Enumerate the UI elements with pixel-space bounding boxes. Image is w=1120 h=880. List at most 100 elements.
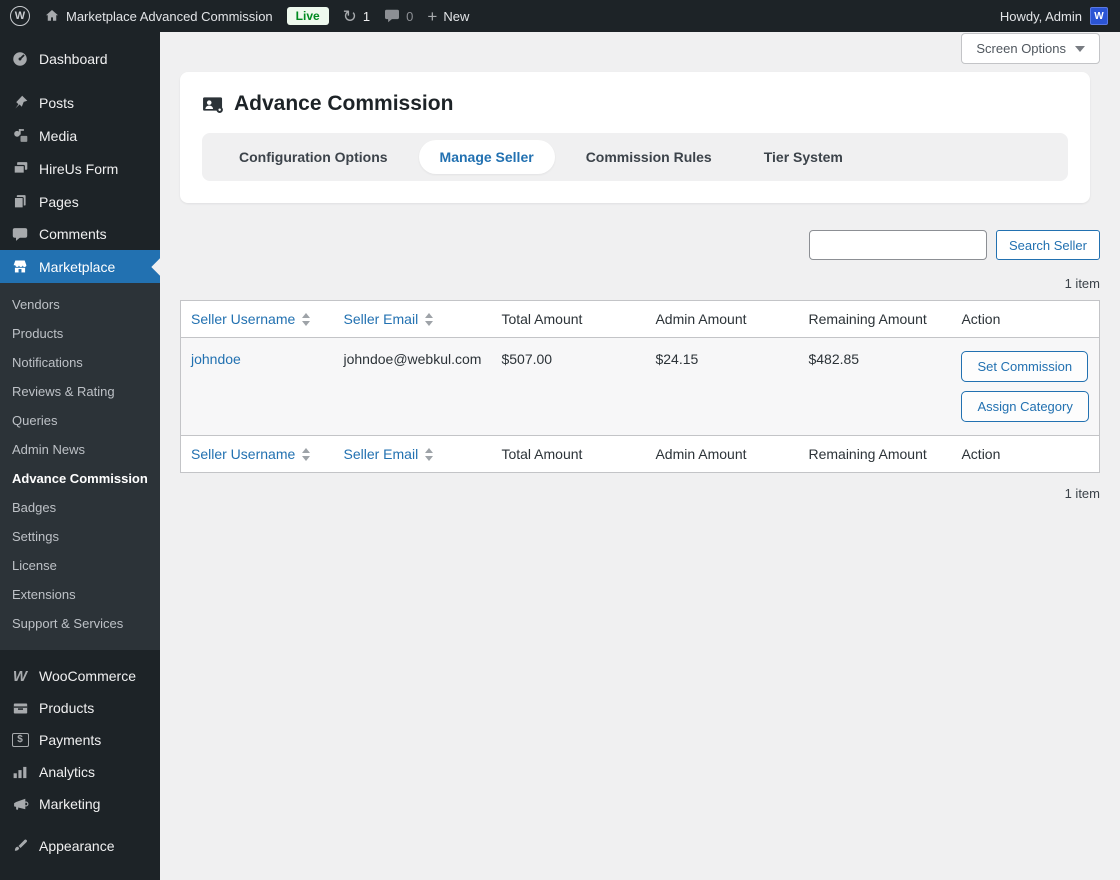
tab-manage-seller[interactable]: Manage Seller — [418, 140, 555, 174]
site-link[interactable]: Marketplace Advanced Commission — [44, 8, 273, 24]
plus-icon: + — [427, 6, 438, 26]
sidebar-item-marketplace[interactable]: Marketplace — [0, 250, 170, 283]
sidebar-item-hireus-form[interactable]: HireUs Form — [0, 152, 160, 185]
sidebar-separator — [0, 76, 160, 86]
sidebar-item-pages[interactable]: Pages — [0, 185, 160, 218]
sidebar-item-posts[interactable]: Posts — [0, 86, 160, 119]
sidebar-item-label: Payments — [39, 732, 102, 748]
sidebar-item-label: Pages — [39, 193, 79, 210]
sort-seller-username[interactable]: Seller Username — [191, 311, 311, 327]
column-label: Seller Username — [191, 446, 296, 462]
seller-search-row: Search Seller — [180, 230, 1100, 260]
sort-seller-email[interactable]: Seller Email — [344, 311, 434, 327]
sidebar-item-comments[interactable]: Comments — [0, 218, 160, 250]
submenu-item-extensions[interactable]: Extensions — [0, 580, 160, 609]
sidebar-item-label: Dashboard — [39, 51, 108, 67]
set-commission-button[interactable]: Set Commission — [961, 351, 1089, 382]
sidebar-item-analytics[interactable]: Analytics — [0, 756, 160, 788]
column-label: Seller Username — [191, 311, 296, 327]
column-remaining-amount: Remaining Amount — [798, 300, 952, 338]
sidebar-item-appearance[interactable]: Appearance — [0, 830, 160, 862]
tab-bar: Configuration Options Manage Seller Comm… — [202, 133, 1068, 181]
chevron-down-icon — [1075, 45, 1085, 52]
sort-seller-username[interactable]: Seller Username — [191, 446, 311, 462]
admin-sidebar: Dashboard Posts Media HireUs Form Pages — [0, 32, 170, 880]
home-icon — [44, 8, 60, 24]
assign-category-button[interactable]: Assign Category — [961, 391, 1089, 422]
site-name: Marketplace Advanced Commission — [66, 8, 273, 24]
marketplace-submenu: Vendors Products Notifications Reviews &… — [0, 283, 160, 650]
items-count-top: 1 item — [1064, 276, 1100, 291]
user-avatar[interactable]: W — [1090, 7, 1108, 25]
submenu-item-admin-news[interactable]: Admin News — [0, 435, 160, 464]
comments-link[interactable]: 0 — [384, 9, 413, 24]
screen-options-button[interactable]: Screen Options — [961, 33, 1100, 64]
sort-arrows-icon — [425, 447, 434, 461]
updates-count: 1 — [362, 8, 371, 24]
sidebar-item-label: Comments — [39, 226, 107, 242]
sidebar-item-dashboard[interactable]: Dashboard — [0, 42, 160, 76]
sidebar-item-woocommerce[interactable]: W WooCommerce — [0, 660, 160, 692]
new-content-link[interactable]: + New — [427, 8, 469, 25]
sidebar-item-label: HireUs Form — [39, 160, 119, 177]
sort-arrows-icon — [425, 312, 434, 326]
screen-options-label: Screen Options — [976, 41, 1066, 56]
submenu-item-license[interactable]: License — [0, 551, 160, 580]
media-icon — [10, 127, 30, 144]
sort-arrows-icon — [302, 447, 311, 461]
tab-commission-rules[interactable]: Commission Rules — [565, 140, 733, 174]
title-row: Advance Commission — [202, 92, 1068, 116]
pushpin-icon — [10, 94, 30, 111]
submenu-item-advance-commission[interactable]: Advance Commission — [0, 464, 160, 493]
seller-username-link[interactable]: johndoe — [191, 351, 241, 367]
megaphone-icon — [10, 796, 30, 812]
submenu-item-vendors[interactable]: Vendors — [0, 290, 160, 319]
sidebar-item-label: Appearance — [39, 838, 115, 854]
tab-configuration-options[interactable]: Configuration Options — [218, 140, 409, 174]
column-total-amount: Total Amount — [491, 300, 646, 338]
column-admin-amount: Admin Amount — [645, 435, 799, 473]
businessman-icon — [202, 95, 225, 114]
table-footer: Seller Username Seller Email Total Amoun… — [180, 435, 1100, 473]
main-content: Screen Options Advance Commission Config… — [160, 32, 1120, 880]
sellers-table: Seller Username Seller Email Total Amoun… — [180, 300, 1100, 473]
submenu-item-reviews-rating[interactable]: Reviews & Rating — [0, 377, 160, 406]
tab-tier-system[interactable]: Tier System — [743, 140, 864, 174]
sidebar-item-label: WooCommerce — [39, 668, 136, 684]
submenu-item-settings[interactable]: Settings — [0, 522, 160, 551]
page-title: Advance Commission — [234, 92, 454, 115]
advance-commission-card: Advance Commission Configuration Options… — [180, 72, 1090, 203]
column-action: Action — [951, 300, 1100, 338]
updates-link[interactable]: ↻ 1 — [343, 8, 370, 25]
action-cell: Set Commission Assign Category — [961, 351, 1089, 422]
sidebar-item-marketing[interactable]: Marketing — [0, 788, 160, 820]
seller-email-cell: johndoe@webkul.com — [333, 337, 492, 436]
product-box-icon — [10, 701, 30, 716]
submenu-item-support-services[interactable]: Support & Services — [0, 609, 160, 638]
column-total-amount: Total Amount — [491, 435, 646, 473]
sidebar-item-media[interactable]: Media — [0, 119, 160, 152]
dashboard-icon — [10, 50, 30, 68]
new-label: New — [443, 8, 470, 24]
submenu-item-badges[interactable]: Badges — [0, 493, 160, 522]
sidebar-separator — [0, 820, 160, 830]
comments-bubble-icon — [384, 9, 400, 23]
seller-search-input[interactable] — [808, 230, 987, 260]
column-label: Seller Email — [343, 311, 419, 327]
sidebar-item-wc-products[interactable]: Products — [0, 692, 160, 724]
wordpress-logo-icon[interactable]: W — [10, 6, 30, 26]
howdy-text[interactable]: Howdy, Admin — [1000, 9, 1082, 24]
sidebar-item-label: Marketplace — [39, 258, 116, 275]
column-action: Action — [951, 435, 1100, 473]
submenu-item-queries[interactable]: Queries — [0, 406, 160, 435]
submenu-item-products[interactable]: Products — [0, 319, 160, 348]
sort-seller-email[interactable]: Seller Email — [344, 446, 434, 462]
search-seller-button[interactable]: Search Seller — [995, 230, 1100, 260]
pages-icon — [10, 193, 30, 210]
stacked-images-icon — [10, 160, 30, 177]
sidebar-item-payments[interactable]: $ Payments — [0, 724, 160, 756]
submenu-item-notifications[interactable]: Notifications — [0, 348, 160, 377]
sidebar-item-label: Posts — [39, 94, 75, 111]
sidebar-item-label: Products — [39, 700, 95, 716]
column-remaining-amount: Remaining Amount — [798, 435, 952, 473]
